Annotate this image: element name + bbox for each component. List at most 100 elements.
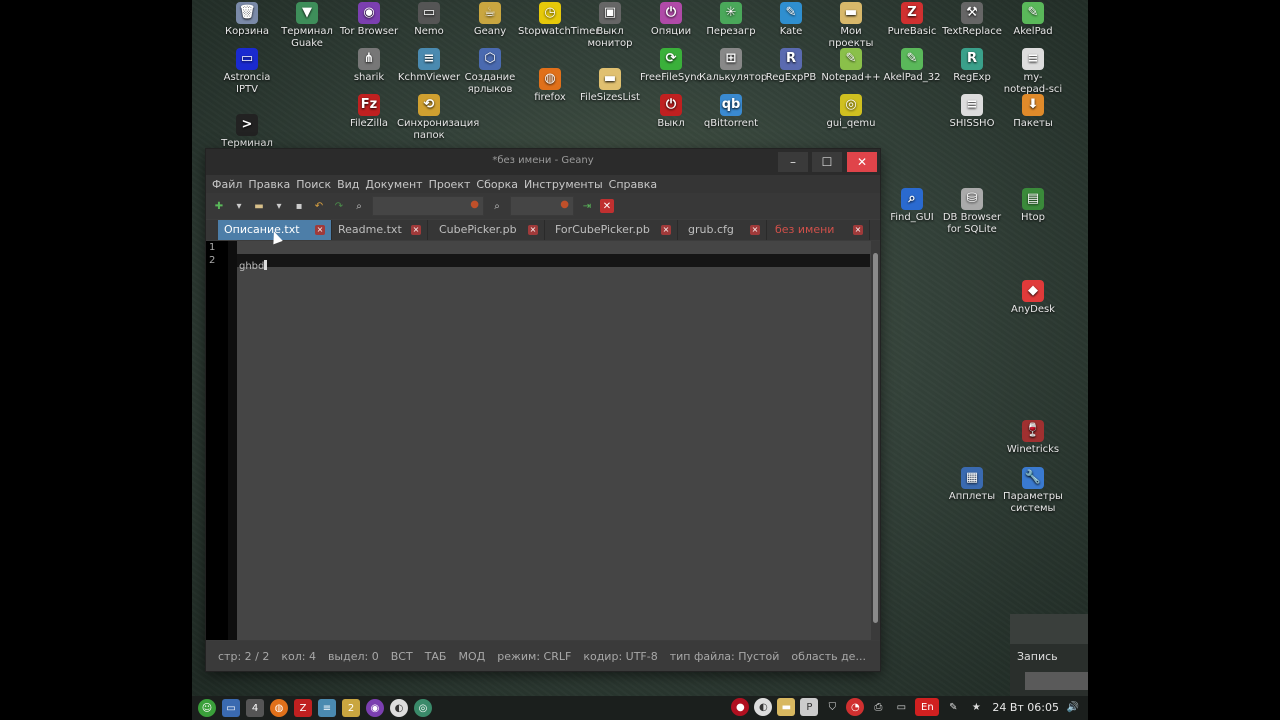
chevron-down-icon[interactable]: ▾	[272, 199, 286, 213]
desktop-shortcut[interactable]: ▬ FileSizesList	[578, 68, 642, 104]
record-icon[interactable]: ●	[731, 698, 750, 716]
menu-tools[interactable]: Инструменты	[521, 178, 606, 191]
globe-icon[interactable]: ◎	[414, 699, 432, 717]
menu-view[interactable]: Вид	[334, 178, 362, 191]
desktop-shortcut[interactable]: Z PureBasic	[880, 2, 944, 38]
desktop-shortcut[interactable]: ≡ my-notepad-sci	[1001, 48, 1065, 96]
maximize-button[interactable]: ☐	[812, 152, 842, 172]
tab-forcubepicker[interactable]: ForCubePicker.pb ×	[549, 220, 678, 240]
tab-untitled[interactable]: без имени ×	[769, 220, 870, 240]
menu-build[interactable]: Сборка	[473, 178, 521, 191]
clear-icon[interactable]: ●	[560, 199, 569, 210]
desktop-shortcut[interactable]: ▭ Nemo	[397, 2, 461, 38]
title-bar[interactable]: *без имени - Geany – ☐ ✕	[206, 149, 880, 175]
minimize-button[interactable]: –	[778, 152, 808, 172]
goto-line-icon[interactable]: ⇥	[580, 199, 594, 213]
desktop-shortcut[interactable]: 🔧 Параметры системы	[1001, 467, 1065, 515]
goto-line-input[interactable]: ●	[510, 196, 574, 216]
menu-file[interactable]: Файл	[209, 178, 245, 191]
menu-edit[interactable]: Правка	[245, 178, 293, 191]
desktop-shortcut[interactable]: ◉ Tor Browser	[337, 2, 401, 38]
find-icon[interactable]: ⌕	[352, 199, 366, 213]
tor-icon[interactable]: ◉	[366, 699, 384, 717]
keyboard-layout-icon[interactable]: En	[915, 698, 940, 716]
desktop-shortcut[interactable]: ≡ SHISSHO	[940, 94, 1004, 130]
desktop-shortcut[interactable]: qb qBittorrent	[699, 94, 763, 130]
desktop-shortcut[interactable]: Fz FileZilla	[337, 94, 401, 130]
desktop-shortcut[interactable]: > Терминал	[215, 114, 279, 150]
desktop-shortcut[interactable]: ⌕ Find_GUI	[880, 188, 944, 224]
close-tab-icon[interactable]: ×	[315, 225, 325, 235]
desktop-shortcut[interactable]: ◷ StopwatchTimer	[518, 2, 599, 38]
app-icon[interactable]: ◐	[754, 698, 773, 716]
kchm-icon[interactable]: ≡	[318, 699, 336, 717]
desktop-shortcut[interactable]: ◎ gui_qemu	[819, 94, 883, 130]
tab-cubepicker[interactable]: CubePicker.pb ×	[433, 220, 545, 240]
shield-icon[interactable]: ⛉	[823, 698, 841, 716]
redo-icon[interactable]: ↷	[332, 199, 346, 213]
close-tab-icon[interactable]: ×	[661, 225, 671, 235]
desktop-shortcut[interactable]: R RegExpPB	[759, 48, 823, 84]
close-tab-icon[interactable]: ×	[528, 225, 538, 235]
menu-document[interactable]: Документ	[362, 178, 425, 191]
menu-search[interactable]: Поиск	[293, 178, 334, 191]
workspace-icon[interactable]: 4	[246, 699, 264, 717]
desktop-shortcut[interactable]: ◍ firefox	[518, 68, 582, 104]
app-icon[interactable]: ◐	[390, 699, 408, 717]
desktop-shortcut[interactable]: ✎ Notepad++	[819, 48, 883, 84]
desktop-shortcut[interactable]: R RegExp	[940, 48, 1004, 84]
pen-icon[interactable]: ✎	[944, 698, 962, 716]
desktop-shortcut[interactable]: 🗑 Корзина	[215, 2, 279, 38]
new-file-icon[interactable]: ✚	[212, 199, 226, 213]
purebasic-icon[interactable]: Z	[294, 699, 312, 717]
desktop-shortcut[interactable]: ✳ Перезагр	[699, 2, 763, 38]
desktop-shortcut[interactable]: ▦ Апплеты	[940, 467, 1004, 503]
search-icon[interactable]: ⌕	[490, 199, 504, 213]
pie-icon[interactable]: ◔	[846, 698, 865, 716]
desktop-shortcut[interactable]: ▭ Astroncia IPTV	[215, 48, 279, 96]
desktop-shortcut[interactable]: 🍷 Winetricks	[1001, 420, 1065, 456]
desktop-icon[interactable]: ▭	[222, 699, 240, 717]
printer-icon[interactable]: ⎙	[869, 698, 887, 716]
close-button[interactable]: ✕	[847, 152, 877, 172]
desktop-shortcut[interactable]: ▼ Терминал Guake	[275, 2, 339, 50]
menu-project[interactable]: Проект	[426, 178, 474, 191]
vertical-scrollbar[interactable]	[871, 241, 880, 640]
desktop-shortcut[interactable]: ⟳ FreeFileSync	[639, 48, 703, 84]
desktop-shortcut[interactable]: ⊞ Калькулятор	[699, 48, 767, 84]
chevron-down-icon[interactable]: ▾	[232, 199, 246, 213]
open-file-icon[interactable]: ▬	[252, 199, 266, 213]
clipboard-icon[interactable]: P	[800, 698, 819, 716]
desktop-shortcut[interactable]: ⟲ Синхронизация папок	[397, 94, 479, 142]
start-menu-icon[interactable]: ☺	[198, 699, 216, 717]
folder-icon[interactable]: ▬	[777, 698, 796, 716]
editor-area[interactable]: 1 2 ghbd	[206, 241, 880, 640]
star-icon[interactable]: ★	[967, 698, 985, 716]
geany-task-icon[interactable]: 2	[342, 699, 360, 717]
firefox-icon[interactable]: ◍	[270, 699, 288, 717]
desktop-shortcut[interactable]: ≡ KchmViewer	[397, 48, 461, 84]
desktop-shortcut[interactable]: ▣ Выкл монитор	[578, 2, 642, 50]
screen-icon[interactable]: ▭	[892, 698, 910, 716]
desktop-shortcut[interactable]: ⬡ Создание ярлыков	[458, 48, 522, 96]
desktop-shortcut[interactable]: ⬇ Пакеты	[1001, 94, 1065, 130]
close-tab-icon[interactable]: ×	[411, 225, 421, 235]
desktop-shortcut[interactable]: ⛁ DB Browser for SQLite	[940, 188, 1004, 236]
current-line[interactable]: ghbd	[237, 254, 870, 272]
tab-grub[interactable]: grub.cfg ×	[682, 220, 767, 240]
desktop-shortcut[interactable]: ▬ Мои проекты	[819, 2, 883, 50]
desktop-shortcut[interactable]: ◆ AnyDesk	[1001, 280, 1065, 316]
search-input[interactable]: ●	[372, 196, 484, 216]
tab-readme[interactable]: Readme.txt ×	[332, 220, 428, 240]
desktop-shortcut[interactable]: ✎ Kate	[759, 2, 823, 38]
desktop-shortcut[interactable]: ☕ Geany	[458, 2, 522, 38]
desktop-shortcut[interactable]: ✎ AkelPad_32	[880, 48, 944, 84]
desktop-shortcut[interactable]: ✎ AkelPad	[1001, 2, 1065, 38]
close-tab-icon[interactable]: ×	[853, 225, 863, 235]
clock[interactable]: 24 Вт 06:05	[992, 701, 1059, 714]
desktop-shortcut[interactable]: ⋔ sharik	[337, 48, 401, 84]
undo-icon[interactable]: ↶	[312, 199, 326, 213]
menu-help[interactable]: Справка	[606, 178, 660, 191]
desktop-shortcut[interactable]: ▤ Htop	[1001, 188, 1065, 224]
record-button[interactable]	[1025, 672, 1088, 690]
